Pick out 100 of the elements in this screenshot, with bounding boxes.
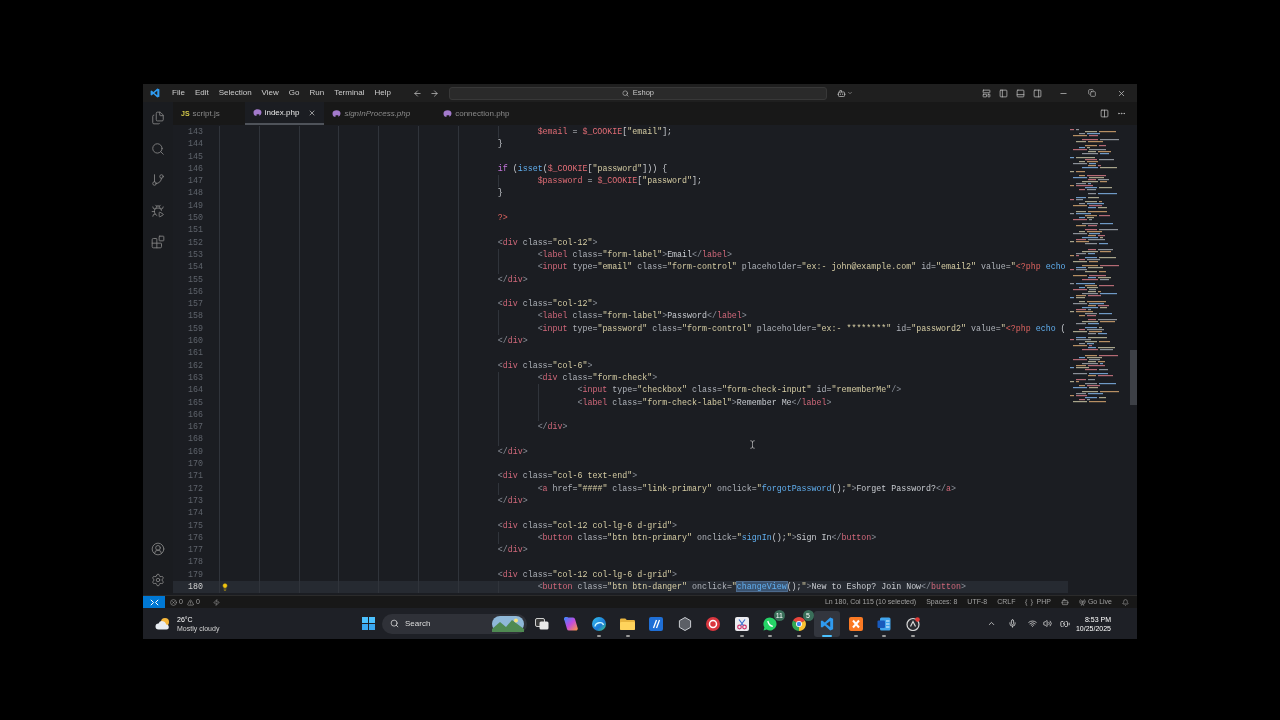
code-line: $password = $_COOKIE["password"];: [537, 175, 702, 188]
restore-icon[interactable]: [1088, 89, 1096, 97]
menu-item[interactable]: Terminal: [329, 84, 370, 102]
text-cursor-icon: [748, 439, 757, 450]
indicator-icon: [910, 634, 915, 637]
code-line: <div class="col-12">: [497, 298, 598, 311]
overlapping-windows-icon: [535, 617, 549, 630]
scrollbar-thumb[interactable]: [1130, 350, 1137, 405]
back-arrow-icon[interactable]: [412, 88, 422, 98]
editor-tab[interactable]: index.php: [244, 102, 325, 125]
lined-tile-icon: [877, 616, 891, 631]
account-icon[interactable]: [151, 542, 165, 556]
panel-right-icon[interactable]: [1033, 88, 1042, 98]
indicator-icon: [768, 634, 772, 637]
cloud-sun-icon: [155, 617, 171, 630]
remote-icon: [149, 598, 159, 606]
branch-icon[interactable]: [151, 173, 165, 187]
forward-arrow-icon[interactable]: [429, 88, 439, 98]
editor-tab[interactable]: connection.php: [435, 102, 535, 125]
error-icon: [170, 598, 177, 606]
tab-close-icon[interactable]: [308, 108, 317, 117]
panel-bottom-icon[interactable]: [1016, 88, 1025, 98]
line-number: 151: [188, 224, 203, 237]
settings-icon[interactable]: [151, 573, 165, 587]
bell-icon[interactable]: [1122, 598, 1129, 606]
ribbon-logo-icon[interactable]: [150, 88, 160, 98]
segmented-circle-icon: [791, 616, 806, 631]
line-number: 166: [188, 408, 203, 421]
line-number: 149: [188, 199, 203, 212]
menu-item[interactable]: View: [256, 84, 284, 102]
code-line: <button class="btn btn-primary" onclick="signIn();">Sign In</button>: [537, 531, 877, 544]
play-bug-icon[interactable]: [151, 204, 165, 218]
braces-icon: [1025, 598, 1034, 606]
line-number: 174: [188, 507, 203, 520]
taskbar-app[interactable]: [814, 610, 840, 637]
search-icon[interactable]: [151, 142, 165, 156]
ribbon-logo-icon[interactable]: [820, 616, 834, 631]
broadcast-icon: [1078, 598, 1086, 606]
line-number: 160: [188, 335, 203, 348]
line-number: 146: [188, 162, 203, 175]
code-line: $email = $_COOKIE["email"];: [537, 126, 673, 138]
line-number: 173: [188, 494, 203, 507]
line-number: 145: [188, 150, 203, 163]
chevron-up-icon[interactable]: [986, 619, 996, 628]
indicator-icon: [597, 634, 601, 637]
code-line: if (isset($_COOKIE["password"])) {: [497, 162, 668, 175]
remote-button[interactable]: [143, 596, 165, 608]
panel-left-icon[interactable]: [999, 88, 1008, 98]
menu-item[interactable]: Selection: [213, 84, 257, 102]
layout-icon[interactable]: [982, 88, 991, 98]
line-number: 179: [188, 568, 203, 581]
indicator-icon: [739, 634, 744, 637]
split-editor-icon[interactable]: [1100, 109, 1109, 118]
blocks-icon[interactable]: [151, 235, 165, 249]
line-number: 175: [188, 519, 203, 532]
code-line: }: [497, 138, 503, 151]
search-field[interactable]: Search: [405, 617, 475, 630]
files-icon[interactable]: [151, 111, 165, 125]
robot-icon[interactable]: [1060, 598, 1069, 606]
line-number: 176: [188, 531, 203, 544]
menu-item[interactable]: Edit: [189, 84, 214, 102]
line-number: 163: [188, 371, 203, 384]
battery-icon[interactable]: [1059, 618, 1070, 629]
line-number: 177: [188, 544, 203, 557]
lightning-icon[interactable]: [212, 598, 220, 606]
line-number: 152: [188, 236, 203, 249]
line-number: 156: [188, 285, 203, 298]
code-line: <div class="col-12 col-lg-6 d-grid">: [497, 568, 678, 581]
landscape-icon: [492, 615, 524, 632]
line-number: 171: [188, 470, 203, 483]
more-actions-icon[interactable]: [1117, 109, 1126, 118]
microphone-icon[interactable]: [1007, 619, 1017, 628]
lightbulb-icon[interactable]: [221, 583, 229, 591]
ring-icon: [706, 616, 720, 631]
line-number: 167: [188, 421, 203, 434]
menu-item[interactable]: Run: [304, 84, 330, 102]
code-line: </div>: [497, 494, 528, 507]
line-number: 155: [188, 273, 203, 286]
search-bar[interactable]: Search: [382, 613, 527, 634]
code-line: </div>: [497, 273, 528, 286]
wifi-icon[interactable]: [1027, 619, 1037, 628]
speaker-icon[interactable]: [1042, 619, 1052, 628]
search-icon: [390, 619, 399, 628]
four-squares-icon[interactable]: [361, 617, 375, 630]
menu-item[interactable]: Help: [369, 84, 396, 102]
close-icon[interactable]: [1117, 88, 1126, 98]
code-line: <div class="col-12 col-lg-6 d-grid">: [497, 519, 678, 532]
code-line: </div>: [537, 421, 568, 434]
menu-item[interactable]: File: [167, 84, 190, 102]
elephant-icon: [252, 109, 262, 116]
code-line: <label class="form-label">Email</label>: [537, 248, 732, 261]
indicator-icon: [882, 634, 886, 637]
line-number: 162: [188, 359, 203, 372]
code-line: }: [497, 187, 503, 200]
line-number: 164: [188, 384, 203, 397]
folder-icon: [620, 617, 635, 630]
menu-item[interactable]: Go: [283, 84, 305, 102]
robot-icon[interactable]: [836, 88, 846, 98]
line-number: 148: [188, 187, 203, 200]
editor-tab[interactable]: signInProcess.php: [324, 102, 436, 125]
